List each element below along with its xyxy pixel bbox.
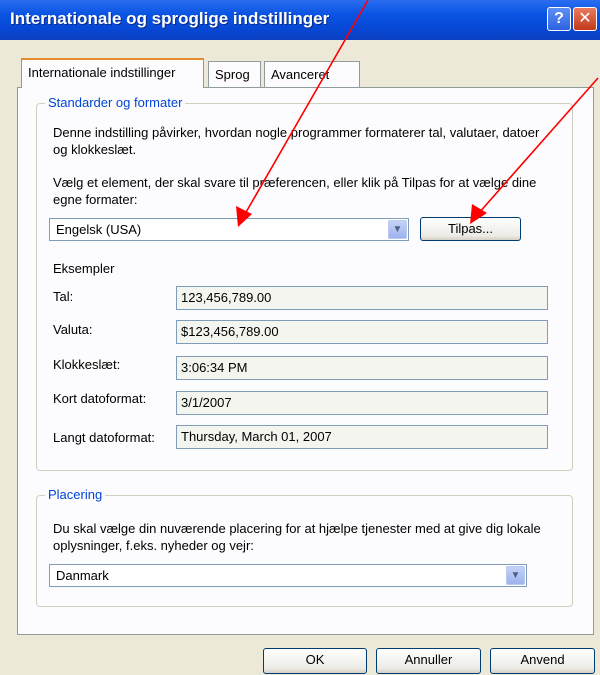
examples-heading: Eksempler xyxy=(53,261,115,276)
customize-button[interactable]: Tilpas... xyxy=(420,217,521,241)
tab-international-settings[interactable]: Internationale indstillinger xyxy=(21,58,204,88)
location-dropdown[interactable]: Danmark ▼ xyxy=(49,564,527,587)
example-currency-value: $123,456,789.00 xyxy=(176,320,548,344)
standards-description: Denne indstilling påvirker, hvordan nogl… xyxy=(53,125,540,157)
chevron-down-icon[interactable]: ▼ xyxy=(388,220,407,239)
example-currency-label: Valuta: xyxy=(53,322,93,337)
apply-button[interactable]: Anvend xyxy=(490,648,595,674)
locale-dropdown-value: Engelsk (USA) xyxy=(56,222,142,237)
example-long-date-label: Langt datoformat: xyxy=(53,430,155,445)
location-dropdown-value: Danmark xyxy=(56,568,109,583)
tab-advanced[interactable]: Avanceret xyxy=(264,61,360,88)
ok-button[interactable]: OK xyxy=(263,648,367,674)
example-time-label: Klokkeslæt: xyxy=(53,357,121,372)
close-button[interactable]: ✕ xyxy=(573,7,597,31)
tab-language[interactable]: Sprog xyxy=(208,61,261,88)
help-button[interactable]: ? xyxy=(547,7,571,31)
window-title: Internationale og sproglige indstillinge… xyxy=(10,9,330,28)
help-icon: ? xyxy=(554,10,564,27)
location-description: Du skal vælge din nuværende placering fo… xyxy=(53,521,541,553)
example-number-value: 123,456,789.00 xyxy=(176,286,548,310)
title-bar: Internationale og sproglige indstillinge… xyxy=(0,0,600,40)
locale-dropdown[interactable]: Engelsk (USA) ▼ xyxy=(49,218,409,241)
example-time-value: 3:06:34 PM xyxy=(176,356,548,380)
standards-legend: Standarder og formater xyxy=(45,95,186,110)
example-short-date-value: 3/1/2007 xyxy=(176,391,548,415)
location-legend: Placering xyxy=(45,487,106,502)
example-short-date-label: Kort datoformat: xyxy=(53,391,147,406)
standards-instruction: Vælg et element, der skal svare til præf… xyxy=(53,175,537,207)
chevron-down-icon[interactable]: ▼ xyxy=(506,566,525,585)
cancel-button[interactable]: Annuller xyxy=(376,648,481,674)
example-number-label: Tal: xyxy=(53,289,74,304)
example-long-date-value: Thursday, March 01, 2007 xyxy=(176,425,548,449)
close-icon: ✕ xyxy=(578,10,592,27)
